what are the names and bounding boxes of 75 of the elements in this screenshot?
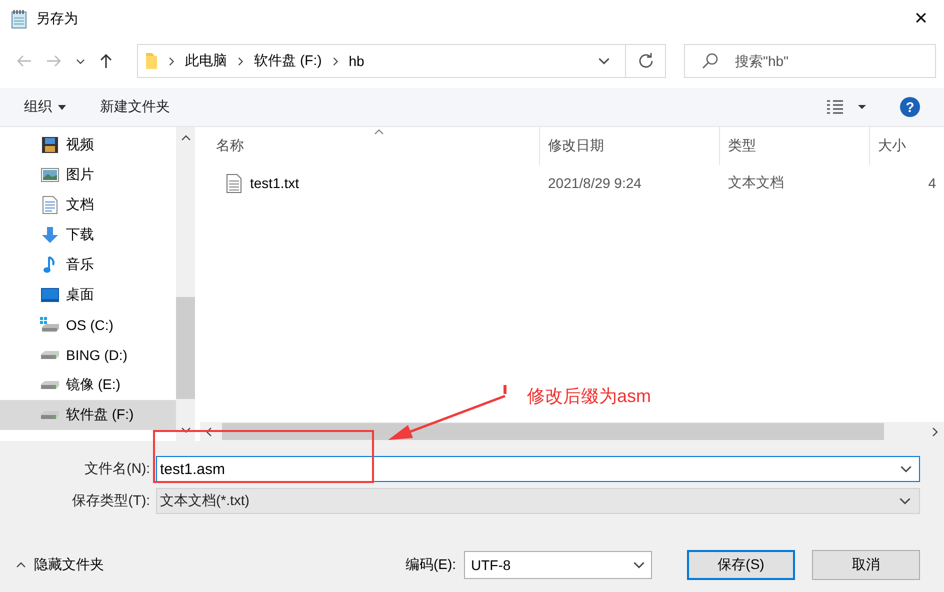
breadcrumb-item[interactable]: 此电脑 [185, 52, 228, 70]
hide-folders-button[interactable]: 隐藏文件夹 [16, 556, 104, 574]
breadcrumb-item[interactable]: 软件盘 (F:) [254, 52, 322, 70]
file-name[interactable]: test1.txt [250, 175, 300, 191]
windows-drive-icon [40, 317, 60, 333]
address-bar[interactable]: 此电脑 软件盘 (F:) hb [137, 44, 626, 78]
table-cell-text: 文本文档 [727, 174, 785, 192]
sidebar-item[interactable]: 镜像 (E:) [0, 370, 176, 400]
field-label: 保存类型(T): [71, 492, 150, 510]
drive-icon [40, 380, 60, 390]
dropdown-chevron-icon [633, 559, 645, 571]
column-header[interactable]: 大小 [870, 127, 944, 165]
help-button[interactable]: ? [900, 97, 920, 117]
table-cell-text: 4 [927, 175, 937, 191]
sidebar-item[interactable]: OS (C:) [0, 310, 176, 340]
dropdown-chevron-icon [899, 495, 911, 507]
folder-icon [146, 52, 158, 70]
notepad-icon [10, 9, 28, 29]
organize-menu[interactable]: 组织 [24, 98, 66, 116]
scroll-down-icon [180, 425, 190, 435]
desktop-icon [41, 288, 59, 302]
cancel-button[interactable]: 取消 [812, 550, 920, 580]
column-header[interactable]: 名称 [200, 127, 540, 165]
refresh-icon [638, 53, 654, 69]
breadcrumb-separator-icon [330, 56, 340, 66]
sort-ascending-icon [374, 129, 384, 135]
sidebar-item[interactable]: 视频 [0, 130, 176, 160]
sidebar-item[interactable]: BING (D:) [0, 340, 176, 370]
breadcrumb-item[interactable]: hb [348, 53, 364, 69]
down-arrow-icon [41, 226, 59, 244]
close-button[interactable]: ✕ [898, 0, 944, 38]
column-header[interactable]: 修改日期 [540, 127, 720, 165]
window-title: 另存为 [36, 10, 79, 28]
file-type-dropdown[interactable]: 文本文档(*.txt) [156, 488, 920, 514]
column-header[interactable]: 类型 [720, 127, 870, 165]
breadcrumb-separator-icon [167, 56, 176, 66]
dropdown-chevron-icon [598, 55, 610, 67]
breadcrumb-separator-icon [236, 56, 246, 66]
annotation-text: 修改后缀为asm [527, 385, 652, 408]
file-name-field[interactable]: test1.asm [156, 456, 920, 482]
document-icon [42, 196, 58, 214]
picture-icon [41, 167, 59, 183]
film-icon [41, 136, 59, 154]
forward-arrow-icon[interactable] [46, 54, 62, 68]
scrollbar[interactable] [200, 422, 944, 441]
sidebar-item[interactable]: 软件盘 (F:) [0, 400, 176, 430]
search-field[interactable]: 搜索"hb" [684, 44, 936, 78]
scroll-left-icon [204, 426, 214, 436]
sidebar-item[interactable]: 图片 [0, 160, 176, 190]
view-options-icon[interactable] [826, 100, 866, 114]
sidebar-item[interactable]: 桌面 [0, 280, 176, 310]
back-arrow-icon[interactable] [16, 54, 32, 68]
text-file-icon [226, 174, 242, 192]
scrollbar[interactable] [176, 127, 195, 441]
music-note-icon [43, 256, 57, 274]
recent-locations-chevron-icon [76, 56, 85, 66]
save-button[interactable]: 保存(S) [687, 550, 795, 580]
drive-icon [40, 350, 60, 360]
sidebar-item[interactable]: 音乐 [0, 250, 176, 280]
encoding-dropdown[interactable]: UTF-8 [464, 551, 652, 579]
up-arrow-icon[interactable] [99, 53, 113, 69]
field-label: 文件名(N): [84, 460, 150, 478]
caret-icon [58, 104, 66, 110]
scroll-right-icon [930, 426, 940, 436]
sidebar-item[interactable]: 文档 [0, 190, 176, 220]
sidebar-item[interactable]: 下载 [0, 220, 176, 250]
scroll-up-icon [180, 133, 190, 143]
dropdown-chevron-icon [900, 463, 912, 475]
search-icon [702, 53, 718, 69]
collapse-chevron-icon [16, 560, 26, 570]
new-folder-button[interactable]: 新建文件夹 [100, 98, 170, 116]
table-cell-text: 2021/8/29 9:24 [547, 175, 642, 191]
field-label: 编码(E): [405, 556, 456, 574]
refresh-button[interactable] [626, 44, 666, 78]
drive-icon [40, 410, 60, 420]
